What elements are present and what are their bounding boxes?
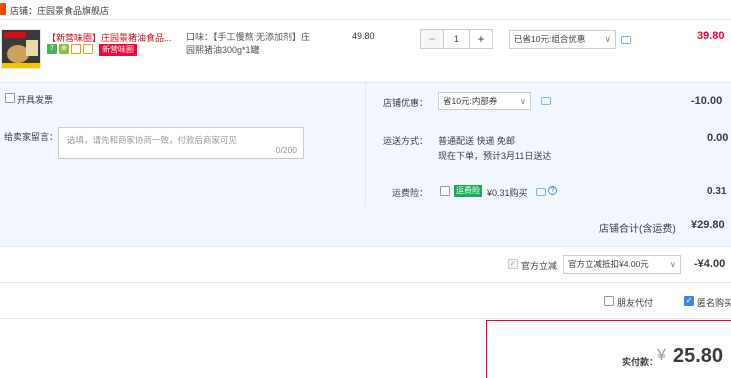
store-total-label: 店铺合计(含运费): [599, 224, 676, 235]
seven-day-return-icon: 7: [47, 44, 57, 54]
chat-icon[interactable]: [621, 36, 631, 44]
insurance-label: 运费险：: [392, 188, 429, 198]
message-label: 给卖家留言：: [4, 132, 59, 142]
shipping-eta: 现在下单，预计3月11日送达: [438, 151, 552, 161]
anonymous-label: 匿名购买: [697, 298, 731, 308]
product-spec: 口味：【手工慢熬 无添加剂】庄 园熙猪油300g*1罐: [186, 32, 311, 55]
shipping-label: 运送方式：: [383, 136, 429, 146]
invoice-checkbox[interactable]: [5, 93, 15, 103]
payment-currency: ¥: [657, 347, 666, 364]
chevron-down-icon: ∨: [669, 259, 676, 269]
store-coupon-amount: -10.00: [691, 95, 723, 107]
seller-message-input[interactable]: 选填，请先和商家协商一致，付款后商家可见 0/200: [58, 127, 304, 159]
chevron-down-icon: ∨: [519, 96, 526, 106]
friend-pay-label: 朋友代付: [617, 298, 654, 308]
qty-plus-button[interactable]: +: [470, 30, 492, 48]
insurance-amount: 0.31: [707, 186, 727, 197]
unit-price: 49.80: [352, 31, 375, 41]
shipping-amount: 0.00: [707, 132, 729, 144]
official-discount-amount: -¥4.00: [694, 258, 726, 270]
chat-icon[interactable]: [536, 188, 546, 196]
product-thumbnail[interactable]: [1, 29, 41, 69]
guarantee-icon: ⊕: [59, 44, 69, 54]
insurance-price: ¥0.31购买: [487, 188, 528, 198]
card-icon-2: [83, 44, 93, 54]
official-discount-select[interactable]: 官方立减抵扣¥4.00元 ∨: [563, 255, 681, 274]
item-total-price: 39.80: [697, 30, 725, 42]
store-name-link[interactable]: 店铺：庄园景食品旗舰店: [10, 4, 109, 17]
official-discount-checkbox[interactable]: ✓: [508, 259, 518, 269]
help-icon[interactable]: ?: [548, 186, 557, 195]
item-promo-select[interactable]: 已省10元:组合优惠 ∨: [509, 30, 616, 49]
store-coupon-select[interactable]: 省10元:内部券 ∨: [438, 92, 531, 110]
message-placeholder: 选填，请先和商家协商一致，付款后商家可见: [67, 135, 238, 145]
official-discount-label: 官方立减: [521, 261, 558, 271]
insurance-badge: 运费险: [454, 185, 482, 197]
quantity-stepper: − 1 +: [420, 29, 493, 49]
anonymous-checkbox[interactable]: ✓: [684, 296, 694, 306]
product-service-tags: 7 ⊕: [47, 44, 93, 56]
invoice-label: 开具发票: [17, 95, 54, 105]
chat-icon[interactable]: [541, 97, 551, 105]
friend-pay-checkbox[interactable]: [604, 296, 614, 306]
new-taste-badge: 新营味圈: [99, 44, 137, 56]
chevron-down-icon: ∨: [604, 34, 611, 44]
shop-icon: [0, 3, 6, 15]
store-coupon-label: 店铺优惠：: [383, 98, 429, 108]
qty-minus-button[interactable]: −: [421, 30, 443, 48]
card-icon: [71, 44, 81, 54]
store-header: 店铺：庄园景食品旗舰店: [0, 0, 731, 20]
payment-amount: 25.80: [673, 345, 724, 367]
message-counter: 0/200: [275, 145, 297, 155]
store-total-amount: ¥29.80: [691, 219, 725, 231]
product-title-link[interactable]: 【新营味圈】庄园景猪油食品...: [47, 31, 183, 44]
insurance-checkbox[interactable]: [440, 186, 450, 196]
qty-input[interactable]: 1: [443, 30, 470, 48]
payment-label: 实付款：: [622, 357, 659, 367]
shipping-method: 普通配送 快递 免邮: [438, 136, 516, 146]
